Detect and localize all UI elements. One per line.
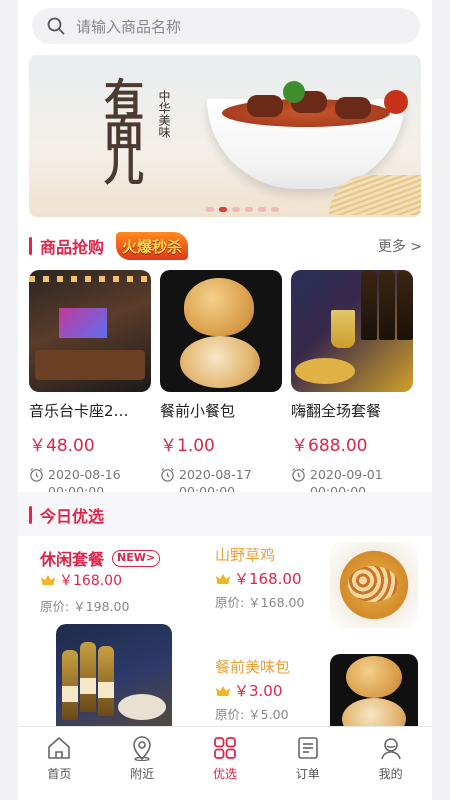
flash-sale-title: 商品抢购	[40, 238, 105, 257]
tab-label: 首页	[47, 767, 72, 781]
carousel-dot[interactable]	[232, 207, 240, 212]
product-image	[160, 270, 282, 392]
product-name: 嗨翻全场套餐	[291, 402, 382, 420]
tab-label: 优选	[212, 767, 237, 781]
original-price: 原价: ￥198.00	[40, 599, 130, 614]
tab-home[interactable]: 首页	[18, 727, 101, 786]
vip-price: ￥3.00	[215, 680, 282, 701]
product-image	[29, 270, 151, 392]
carousel-dot[interactable]	[258, 207, 266, 212]
today-picks-title: 今日优选	[40, 507, 105, 526]
tab-orders[interactable]: 订单	[266, 727, 349, 786]
section-marker	[29, 506, 32, 524]
product-name: 音乐台卡座2…	[29, 402, 129, 420]
grid-icon	[214, 737, 236, 759]
flash-sale-header: 商品抢购 火爆秒杀	[29, 232, 189, 260]
product-price: ￥688.00	[291, 436, 368, 456]
flash-product-card[interactable]: 音乐台卡座2… ￥48.00 2020-08-1600:00:00	[29, 270, 151, 500]
bottom-tab-bar: 首页 附近 优选 订单 我的	[18, 726, 432, 786]
tab-profile[interactable]: 我的	[349, 727, 432, 786]
home-icon	[48, 737, 71, 759]
tab-nearby[interactable]: 附近	[101, 727, 184, 786]
product-card[interactable]: 山野草鸡 ￥168.00 原价: ￥168.00	[200, 536, 432, 640]
alarm-clock-icon	[292, 468, 305, 482]
carousel-dot[interactable]	[206, 207, 214, 212]
product-name: 餐前美味包	[215, 658, 291, 676]
vip-price-value: ￥168.00	[234, 570, 302, 588]
more-link[interactable]: 更多 >	[378, 236, 422, 256]
carousel-indicator[interactable]	[206, 207, 279, 212]
tab-label: 订单	[295, 767, 320, 781]
profile-icon	[380, 738, 401, 760]
vip-price: ￥168.00	[40, 570, 122, 590]
featured-product-card[interactable]: 休闲套餐 NEW> ￥168.00 原价: ￥198.00	[18, 536, 198, 736]
section-marker	[29, 237, 32, 255]
alarm-clock-icon	[30, 468, 43, 482]
banner-subtitle: 中华美味	[157, 90, 171, 138]
vip-price-value: ￥168.00	[59, 573, 122, 589]
crown-icon	[216, 685, 230, 696]
vip-price-value: ￥3.00	[234, 682, 283, 700]
featured-name: 休闲套餐	[40, 550, 105, 569]
vip-price: ￥168.00	[215, 568, 302, 589]
herb-image	[283, 81, 305, 103]
product-date: 2020-09-01	[310, 467, 383, 482]
search-bar[interactable]: 请输入商品名称	[32, 8, 420, 44]
product-price: ￥48.00	[29, 436, 95, 456]
app-screen: 请输入商品名称 有面儿 中华美味 商品抢购 火爆秒杀 更多 > 音乐台卡座2… …	[18, 0, 432, 800]
product-image	[330, 542, 418, 628]
carousel-dot-active[interactable]	[219, 207, 227, 212]
original-price: 原价: ￥5.00	[215, 707, 289, 722]
featured-name-row: 休闲套餐 NEW>	[40, 546, 161, 570]
product-name: 餐前小餐包	[160, 402, 236, 420]
flash-product-card[interactable]: 餐前小餐包 ￥1.00 2020-08-1700:00:00	[160, 270, 282, 500]
tab-picks[interactable]: 优选	[184, 727, 267, 786]
search-input[interactable]: 请输入商品名称	[76, 16, 181, 37]
tab-label: 附近	[130, 767, 155, 781]
crown-icon	[41, 575, 55, 585]
today-picks-header: 今日优选	[29, 503, 104, 527]
new-badge: NEW>	[112, 549, 161, 567]
featured-product-image	[56, 624, 172, 736]
tab-label: 我的	[378, 767, 403, 781]
location-icon	[133, 736, 151, 761]
product-name: 山野草鸡	[215, 546, 276, 564]
order-icon	[297, 737, 318, 759]
product-image	[291, 270, 413, 392]
carousel-dot[interactable]	[271, 207, 279, 212]
banner-title: 有面儿	[97, 77, 144, 179]
crown-icon	[216, 573, 230, 584]
alarm-clock-icon	[161, 468, 174, 482]
search-icon	[47, 17, 65, 35]
hot-sale-tag: 火爆秒杀	[116, 232, 189, 260]
beef-image	[335, 97, 371, 119]
product-date: 2020-08-16	[48, 467, 121, 482]
product-date: 2020-08-17	[179, 467, 252, 482]
promo-banner[interactable]: 有面儿 中华美味	[29, 55, 421, 217]
product-price: ￥1.00	[160, 436, 215, 456]
tomato-image	[384, 90, 408, 114]
beef-image	[247, 95, 283, 117]
carousel-dot[interactable]	[245, 207, 253, 212]
flash-product-card[interactable]: 嗨翻全场套餐 ￥688.00 2020-09-0100:00:00	[291, 270, 413, 500]
original-price: 原价: ￥168.00	[215, 595, 305, 610]
